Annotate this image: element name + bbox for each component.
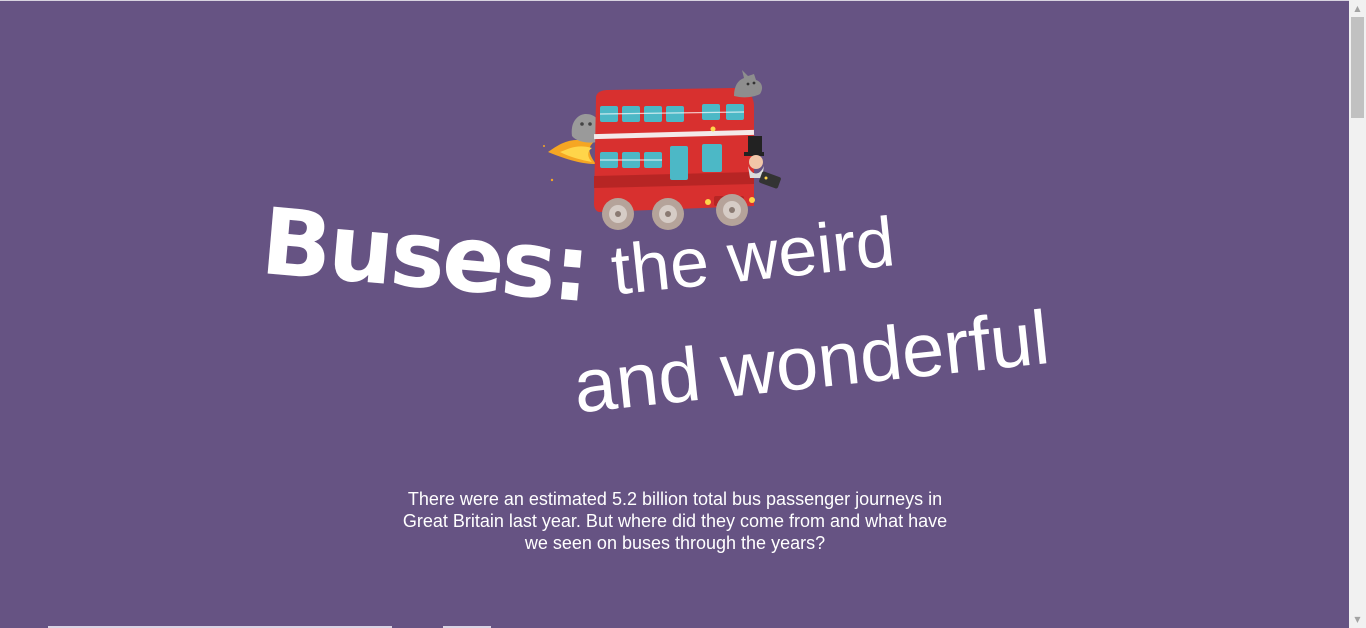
intro-paragraph: There were an estimated 5.2 billion tota… (402, 489, 948, 553)
cat-icon (734, 70, 763, 98)
headline-and-wonderful: and wonderful (569, 295, 1054, 430)
scrollbar-thumb[interactable] (1351, 17, 1364, 118)
bus-body (593, 88, 755, 212)
headline-buses: Buses: (257, 188, 592, 324)
vertical-scrollbar[interactable]: ▲ ▼ (1349, 0, 1366, 628)
flame-icon (543, 139, 596, 182)
double-decker-bus-illustration (538, 66, 788, 236)
scroll-up-arrow-icon[interactable]: ▲ (1349, 0, 1366, 17)
divider (0, 0, 1349, 1)
bus-svg (543, 70, 781, 230)
hero-section: Buses: the weird and wonderful There wer… (0, 0, 1349, 628)
scroll-down-arrow-icon[interactable]: ▼ (1349, 611, 1366, 628)
